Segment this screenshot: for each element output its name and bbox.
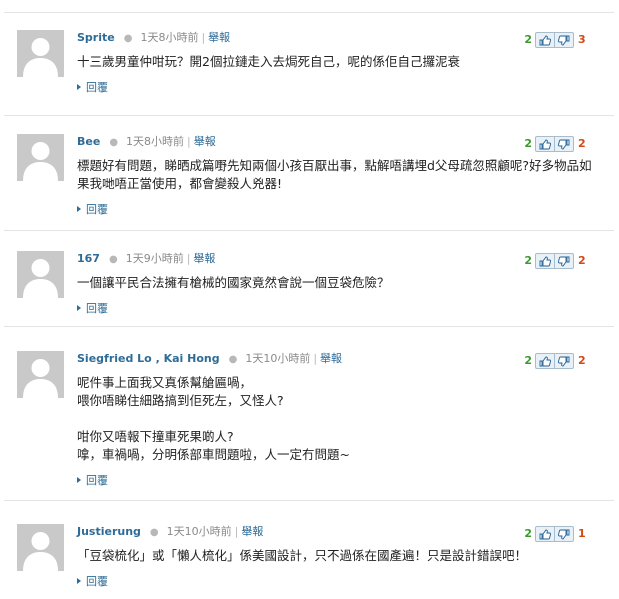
commenter-name[interactable]: Sprite: [77, 31, 115, 44]
comment-body: 呢件事上面我又真係幫艙匾喎， 喂你唔睇住細路搞到佢死左，又怪人? 咁你又唔報下撞車死…: [77, 374, 350, 464]
triangle-right-icon: [77, 206, 81, 212]
reply-label: 回覆: [86, 203, 108, 216]
downvote-count: 2: [578, 254, 586, 267]
thumbs-down-icon[interactable]: [554, 254, 573, 268]
default-avatar-icon[interactable]: [17, 251, 64, 298]
downvote-count: 3: [578, 33, 586, 46]
thumbs-up-icon[interactable]: [536, 33, 554, 47]
separator-dot-icon: ●: [109, 137, 119, 148]
comment-text-line: [77, 410, 350, 428]
comment-timestamp: 1天10小時前: [166, 525, 232, 538]
reply-label: 回覆: [86, 81, 108, 94]
reply-button[interactable]: 回覆: [77, 81, 108, 94]
separator-dot-icon: ●: [108, 254, 118, 265]
comment-divider: [4, 500, 614, 501]
comment-text-line: 咁你又唔報下撞車死果啲人?: [77, 429, 234, 444]
comment-text-line: 「豆袋梳化」或「懶人梳化」係美國設計，只不過係在國產遍！只是設計錯誤吧！: [77, 548, 528, 563]
comment-timestamp: 1天8小時前: [140, 31, 199, 44]
vote-buttons: [535, 136, 574, 152]
thumbs-down-icon[interactable]: [554, 354, 573, 368]
reply-label: 回覆: [86, 474, 108, 487]
comment-meta: Siegfried Lo , Kai Hong ● 1天10小時前 | 舉報: [77, 352, 342, 367]
vote-buttons: [535, 253, 574, 269]
reply-label: 回覆: [86, 302, 108, 315]
reply-button[interactable]: 回覆: [77, 203, 108, 216]
comment-meta: Justierung ● 1天10小時前 | 舉報: [77, 525, 263, 540]
vote-buttons: [535, 526, 574, 542]
default-avatar-icon[interactable]: [17, 134, 64, 181]
comment-timestamp: 1天10小時前: [245, 352, 311, 365]
comment-body: 標題好有問題，睇晒成篇嘢先知兩個小孩百厭出事，點解唔講埋d父母疏忽照顧呢?好多物…: [77, 157, 592, 193]
comment-text-line: 呢件事上面我又真係幫艙匾喎，: [77, 375, 253, 390]
report-link[interactable]: 舉報: [194, 135, 216, 148]
vote-buttons: [535, 32, 574, 48]
upvote-count: 2: [524, 354, 532, 367]
reply-button[interactable]: 回覆: [77, 302, 108, 315]
reply-label: 回覆: [86, 575, 108, 588]
comment-divider: [4, 12, 614, 13]
meta-divider: |: [313, 352, 318, 365]
vote-buttons: [535, 353, 574, 369]
comment-meta: Sprite ● 1天8小時前 | 舉報: [77, 31, 230, 46]
comment-body: 十三歲男童仲咁玩？開2個拉鏈走入去焗死自己，呢的係佢自己攞泥衰: [77, 53, 460, 71]
reply-button[interactable]: 回覆: [77, 474, 108, 487]
separator-dot-icon: ●: [228, 354, 238, 365]
comment-body: 「豆袋梳化」或「懶人梳化」係美國設計，只不過係在國產遍！只是設計錯誤吧！: [77, 547, 527, 565]
meta-divider: |: [201, 31, 206, 44]
commenter-name[interactable]: Bee: [77, 135, 100, 148]
comment-text-line: 喂你唔睇住細路搞到佢死左，又怪人?: [77, 393, 284, 408]
triangle-right-icon: [77, 477, 81, 483]
downvote-count: 2: [578, 354, 586, 367]
separator-dot-icon: ●: [123, 33, 133, 44]
upvote-count: 2: [524, 137, 532, 150]
upvote-count: 2: [524, 33, 532, 46]
comment-text-line: 嗱，車禍喎，分明係部車問題啦，人一定冇問題~: [77, 447, 350, 462]
comment-meta: Bee ● 1天8小時前 | 舉報: [77, 135, 216, 150]
reply-button[interactable]: 回覆: [77, 575, 108, 588]
report-link[interactable]: 舉報: [320, 352, 342, 365]
comment-timestamp: 1天9小時前: [125, 252, 184, 265]
separator-dot-icon: ●: [149, 527, 159, 538]
meta-divider: |: [234, 525, 239, 538]
triangle-right-icon: [77, 305, 81, 311]
comment-text-line: 標題好有問題，睇晒成篇嘢先知兩個小孩百厭出事，點解唔講埋d父母疏忽照顧呢?好多物…: [77, 158, 592, 173]
comment-timestamp: 1天8小時前: [126, 135, 185, 148]
thumbs-down-icon[interactable]: [554, 527, 573, 541]
default-avatar-icon[interactable]: [17, 524, 64, 571]
downvote-count: 2: [578, 137, 586, 150]
default-avatar-icon[interactable]: [17, 351, 64, 398]
comment-text-line: 一個讓平民合法擁有槍械的國家竟然會說一個豆袋危險？: [77, 275, 390, 290]
thumbs-up-icon[interactable]: [536, 527, 554, 541]
thumbs-up-icon[interactable]: [536, 254, 554, 268]
default-avatar-icon[interactable]: [17, 30, 64, 77]
comment-meta: 167 ● 1天9小時前 | 舉報: [77, 252, 215, 267]
comment-text-line: 十三歲男童仲咁玩？開2個拉鏈走入去焗死自己，呢的係佢自己攞泥衰: [77, 54, 460, 69]
report-link[interactable]: 舉報: [208, 31, 230, 44]
meta-divider: |: [186, 252, 191, 265]
thumbs-down-icon[interactable]: [554, 137, 573, 151]
report-link[interactable]: 舉報: [241, 525, 263, 538]
comment-text-line: 果我哋唔正當使用，都會變殺人兇器!: [77, 176, 283, 191]
meta-divider: |: [187, 135, 191, 148]
comment-divider: [4, 230, 614, 231]
comment-body: 一個讓平民合法擁有槍械的國家竟然會說一個豆袋危險？: [77, 274, 390, 292]
triangle-right-icon: [77, 578, 81, 584]
commenter-name[interactable]: Justierung: [77, 525, 141, 538]
commenter-name[interactable]: Siegfried Lo , Kai Hong: [77, 352, 220, 365]
report-link[interactable]: 舉報: [193, 252, 215, 265]
thumbs-up-icon[interactable]: [536, 137, 554, 151]
upvote-count: 2: [524, 254, 532, 267]
triangle-right-icon: [77, 84, 81, 90]
comment-divider: [4, 326, 614, 327]
upvote-count: 2: [524, 527, 532, 540]
comment-divider: [4, 115, 614, 116]
downvote-count: 1: [578, 527, 586, 540]
commenter-name[interactable]: 167: [77, 252, 100, 265]
thumbs-up-icon[interactable]: [536, 354, 554, 368]
thumbs-down-icon[interactable]: [554, 33, 573, 47]
